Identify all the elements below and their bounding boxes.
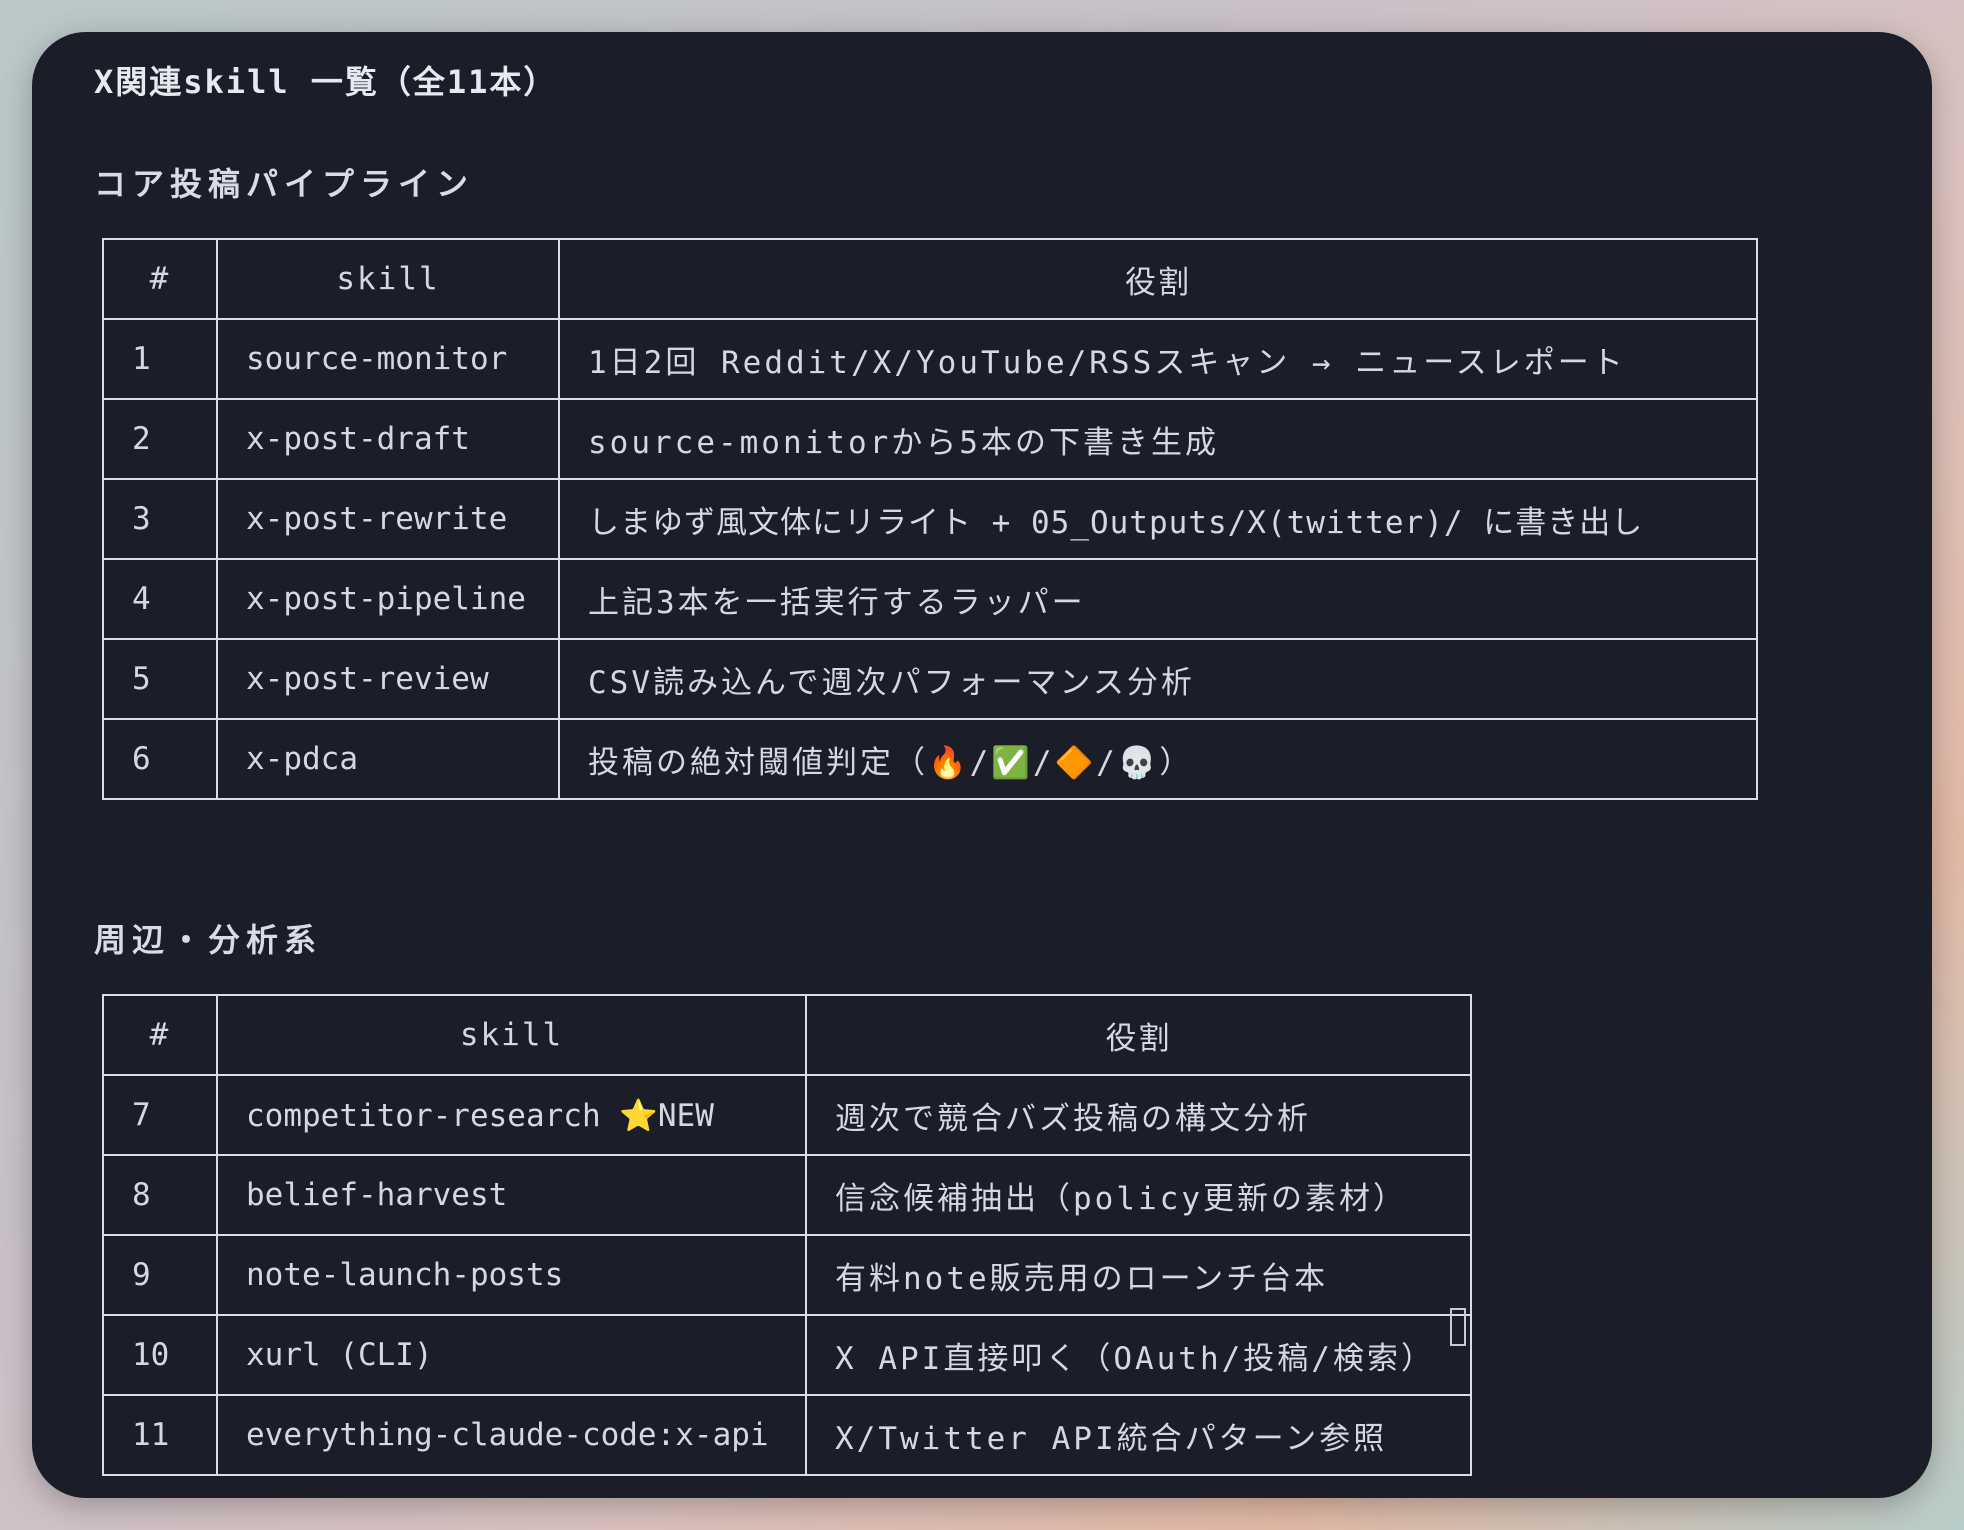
table-row: 8 belief-harvest 信念候補抽出（policy更新の素材） bbox=[102, 1154, 1472, 1236]
skill-role: 有料note販売用のローンチ台本 bbox=[805, 1234, 1472, 1316]
skill-role: 信念候補抽出（policy更新の素材） bbox=[805, 1154, 1472, 1236]
skill-name: x-post-review bbox=[216, 638, 560, 720]
table-row: 7 competitor-research ⭐NEW 週次で競合バズ投稿の構文分… bbox=[102, 1074, 1472, 1156]
row-number: 6 bbox=[102, 718, 218, 800]
section-heading-core-pipeline: コア投稿パイプライン bbox=[94, 165, 475, 203]
column-header-skill: skill bbox=[216, 994, 807, 1076]
skill-role: 週次で競合バズ投稿の構文分析 bbox=[805, 1074, 1472, 1156]
row-number: 7 bbox=[102, 1074, 218, 1156]
column-header-role: 役割 bbox=[805, 994, 1472, 1076]
skills-table-peripheral-analysis: # skill 役割 7 competitor-research ⭐NEW 週次… bbox=[102, 994, 1472, 1476]
table-row: 11 everything-claude-code:x-api X/Twitte… bbox=[102, 1394, 1472, 1476]
skills-table-core-pipeline: # skill 役割 1 source-monitor 1日2回 Reddit/… bbox=[102, 238, 1758, 800]
skill-role: CSV読み込んで週次パフォーマンス分析 bbox=[558, 638, 1758, 720]
skill-name: belief-harvest bbox=[216, 1154, 807, 1236]
row-number: 5 bbox=[102, 638, 218, 720]
table-header-row: # skill 役割 bbox=[102, 994, 1472, 1076]
text-cursor bbox=[1450, 1308, 1466, 1346]
table-row: 10 xurl (CLI) X API直接叩く（OAuth/投稿/検索） bbox=[102, 1314, 1472, 1396]
table-row: 1 source-monitor 1日2回 Reddit/X/YouTube/R… bbox=[102, 318, 1758, 400]
skill-name: x-post-pipeline bbox=[216, 558, 560, 640]
skill-role: 上記3本を一括実行するラッパー bbox=[558, 558, 1758, 640]
table-row: 2 x-post-draft source-monitorから5本の下書き生成 bbox=[102, 398, 1758, 480]
row-number: 3 bbox=[102, 478, 218, 560]
skill-name: xurl (CLI) bbox=[216, 1314, 807, 1396]
skill-role: source-monitorから5本の下書き生成 bbox=[558, 398, 1758, 480]
skill-role: X API直接叩く（OAuth/投稿/検索） bbox=[805, 1314, 1472, 1396]
skill-role: 投稿の絶対閾値判定（🔥/✅/🔶/💀） bbox=[558, 718, 1758, 800]
table-row: 5 x-post-review CSV読み込んで週次パフォーマンス分析 bbox=[102, 638, 1758, 720]
table-header-row: # skill 役割 bbox=[102, 238, 1758, 320]
column-header-number: # bbox=[102, 238, 218, 320]
skill-role: 1日2回 Reddit/X/YouTube/RSSスキャン → ニュースレポート bbox=[558, 318, 1758, 400]
row-number: 4 bbox=[102, 558, 218, 640]
section-heading-peripheral-analysis: 周辺・分析系 bbox=[94, 921, 323, 959]
skill-name: note-launch-posts bbox=[216, 1234, 807, 1316]
skill-name: x-pdca bbox=[216, 718, 560, 800]
row-number: 1 bbox=[102, 318, 218, 400]
table-row: 3 x-post-rewrite しまゆず風文体にリライト + 05_Outpu… bbox=[102, 478, 1758, 560]
table-row: 9 note-launch-posts 有料note販売用のローンチ台本 bbox=[102, 1234, 1472, 1316]
table-row: 4 x-post-pipeline 上記3本を一括実行するラッパー bbox=[102, 558, 1758, 640]
row-number: 2 bbox=[102, 398, 218, 480]
terminal-window: X関連skill 一覧（全11本） コア投稿パイプライン # skill 役割 … bbox=[32, 32, 1932, 1498]
skill-name: competitor-research ⭐NEW bbox=[216, 1074, 807, 1156]
skill-role: X/Twitter API統合パターン参照 bbox=[805, 1394, 1472, 1476]
table-row: 6 x-pdca 投稿の絶対閾値判定（🔥/✅/🔶/💀） bbox=[102, 718, 1758, 800]
skill-name: x-post-rewrite bbox=[216, 478, 560, 560]
document-content: X関連skill 一覧（全11本） コア投稿パイプライン # skill 役割 … bbox=[62, 32, 1932, 1498]
column-header-skill: skill bbox=[216, 238, 560, 320]
column-header-number: # bbox=[102, 994, 218, 1076]
row-number: 9 bbox=[102, 1234, 218, 1316]
document-title: X関連skill 一覧（全11本） bbox=[94, 63, 558, 101]
row-number: 8 bbox=[102, 1154, 218, 1236]
skill-role: しまゆず風文体にリライト + 05_Outputs/X(twitter)/ に書… bbox=[558, 478, 1758, 560]
row-number: 11 bbox=[102, 1394, 218, 1476]
row-number: 10 bbox=[102, 1314, 218, 1396]
column-header-role: 役割 bbox=[558, 238, 1758, 320]
skill-name: source-monitor bbox=[216, 318, 560, 400]
skill-name: x-post-draft bbox=[216, 398, 560, 480]
skill-name: everything-claude-code:x-api bbox=[216, 1394, 807, 1476]
